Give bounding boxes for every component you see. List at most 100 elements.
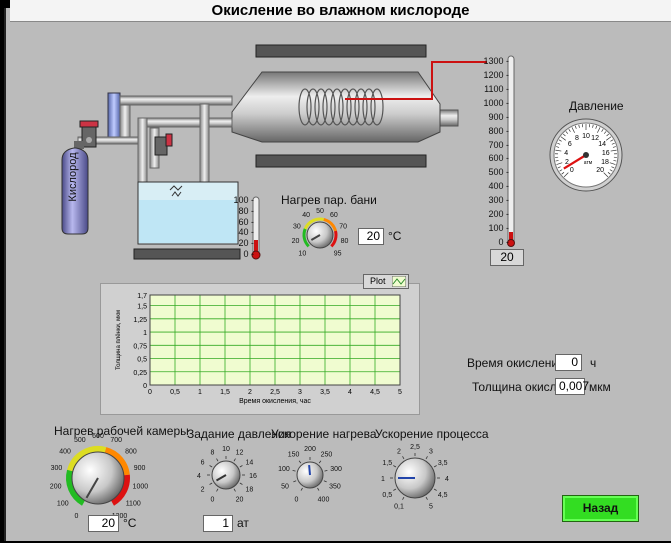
gauge-tick: 4 [564,150,568,157]
bath-scale-tick: 100 - [224,195,254,205]
chamber-scale-tick: 0 - [479,237,509,247]
knob-process-tick: 4,5 [438,492,448,499]
chamber-temperature-indicator: 20 [490,249,524,266]
knob-bath-tick: 70 [339,223,347,230]
bath-heater-value[interactable]: 20 [358,228,384,245]
y-tick-label: 0,5 [137,357,147,364]
chamber-scale-tick: 800 - [479,126,509,136]
chamber-scale-tick: 300 - [479,195,509,205]
y-tick-label: 0,25 [133,370,147,377]
knob-heatrate-tick: 300 [330,466,342,473]
x-tick-label: 3,5 [320,389,330,396]
gauge-tick: 6 [568,141,572,148]
back-button[interactable]: Назад [562,495,639,522]
x-tick-label: 1,5 [220,389,230,396]
gauge-tick: 10 [582,133,590,140]
knob-bath-tick: 30 [293,223,301,230]
y-axis-label: Толщина плёнки, мкм [116,310,122,370]
knob-chamber-tick: 800 [125,448,137,455]
bath-scale-tick: 80 - [224,206,254,216]
x-tick-label: 0 [148,389,152,396]
knob-process-tick: 2,5 [410,444,420,451]
x-tick-label: 2,5 [270,389,280,396]
x-tick-label: 3 [298,389,302,396]
gauge-tick: 8 [575,135,579,142]
knob-process-tick: 4 [445,476,449,483]
knob-process-tick: 3,5 [438,460,448,467]
knob-pressure-tick: 4 [197,473,201,480]
chamber-scale-tick: 200 - [479,209,509,219]
heater-block-top [256,45,426,57]
knob-pressure-tick: 0 [211,496,215,503]
knob-process-tick: 1,5 [382,460,392,467]
knob-pressure-tick: 14 [245,460,253,467]
gauge-unit: атм [584,160,593,166]
x-tick-label: 2 [248,389,252,396]
knob-process-tick: 1 [381,476,385,483]
knob-chamber-tick: 1000 [133,483,149,490]
knob-heatrate-tick: 200 [304,446,316,453]
chamber-scale-tick: 600 - [479,153,509,163]
thickness-chart: 00,511,522,533,544,5500,250,50,7511,251,… [100,283,418,413]
knob-heatrate-tick: 250 [321,452,333,459]
cylinder-label: Кислород [67,152,81,202]
x-tick-label: 0,5 [170,389,180,396]
pressure-gauge-label: Давление [569,99,624,113]
knob-process-tick: 3 [429,448,433,455]
pressure-setting-value[interactable]: 1 [203,515,233,532]
knob-chamber-tick: 700 [110,437,122,444]
knob-pressure-tick: 2 [201,487,205,494]
knob-process-tick: 2 [397,448,401,455]
knob-heatrate-tick: 50 [281,483,289,490]
bath-scale-tick: 40 - [224,227,254,237]
x-tick-label: 4 [348,389,352,396]
knob-heatrate-tick: 400 [318,496,330,503]
time-label: Время окисления: [467,356,568,370]
knob-bath-tick: 50 [316,208,324,215]
knob-pressure-tick: 10 [222,446,230,453]
x-tick-label: 5 [398,389,402,396]
knob-bath-tick: 95 [334,251,342,258]
knob-chamber-tick: 300 [51,465,63,472]
chamber-scale-tick: 1000 - [479,98,509,108]
steam-valve[interactable] [155,134,172,155]
y-tick-label: 0,75 [133,343,147,350]
knob-heatrate-tick: 0 [295,496,299,503]
chamber-heating-value[interactable]: 20 [88,515,119,532]
knob-pressure-tick: 18 [245,487,253,494]
knob-pressure-tick: 8 [211,450,215,457]
knob-chamber-tick: 400 [59,448,71,455]
gauge-tick: 14 [598,141,606,148]
x-tick-label: 4,5 [370,389,380,396]
heater-block-bottom [256,155,426,167]
gauge-tick: 16 [602,150,610,157]
reaction-chamber [232,72,440,142]
gauge-tick: 20 [596,167,604,174]
knob-pressure-tick: 12 [236,450,244,457]
time-unit: ч [590,356,596,370]
chamber-scale-tick: 400 - [479,181,509,191]
time-value: 0 [555,354,582,371]
knob-bath-tick: 20 [292,238,300,245]
knob-pressure-tick: 20 [236,496,244,503]
knob-bath-tick: 60 [330,212,338,219]
y-tick-label: 1,5 [137,304,147,311]
chamber-heating-unit: °C [123,516,136,530]
chamber-scale-tick: 700 - [479,140,509,150]
x-tick-label: 1 [198,389,202,396]
knob-heatrate-tick: 150 [288,452,300,459]
y-tick-label: 1,25 [133,317,147,324]
furnace-outlet [440,110,458,126]
chamber-scale-tick: 100 - [479,223,509,233]
knob-bath-tick: 10 [298,251,306,258]
water-bath [138,182,238,244]
knob-chamber-tick: 200 [50,483,62,490]
gauge-tick: 0 [570,167,574,174]
thickness-value: 0,007 [555,378,585,395]
bath-scale-tick: 60 - [224,217,254,227]
pressure-setting-unit: ат [237,516,249,530]
bath-heater-unit: °C [388,229,401,243]
knob-chamber-tick: 900 [134,465,146,472]
knob-process-tick: 5 [429,504,433,511]
knob-chamber-tick: 600 [92,433,104,440]
